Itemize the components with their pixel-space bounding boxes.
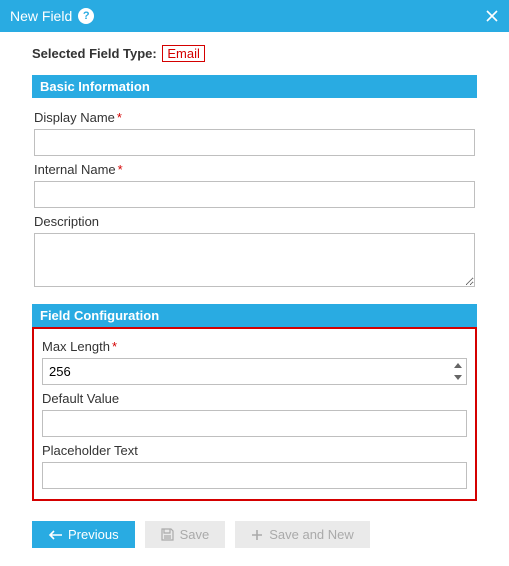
field-configuration-highlight: Max Length* Default Value Placeholder Te…: [32, 327, 477, 501]
dialog-titlebar: New Field ?: [0, 0, 509, 32]
display-name-label-text: Display Name: [34, 110, 115, 125]
selected-field-type-label: Selected Field Type:: [32, 46, 157, 61]
save-and-new-button-label: Save and New: [269, 527, 354, 542]
close-icon[interactable]: [485, 9, 499, 23]
field-default-value: Default Value: [42, 391, 467, 437]
spinner-buttons: [450, 359, 466, 384]
plus-icon: [251, 529, 263, 541]
description-input[interactable]: [34, 233, 475, 287]
internal-name-label-text: Internal Name: [34, 162, 116, 177]
field-internal-name: Internal Name*: [34, 162, 475, 208]
default-value-input[interactable]: [42, 410, 467, 437]
field-display-name: Display Name*: [34, 110, 475, 156]
field-description: Description: [34, 214, 475, 290]
section-header-basic: Basic Information: [32, 75, 477, 98]
internal-name-input[interactable]: [34, 181, 475, 208]
max-length-spinner: [42, 358, 467, 385]
display-name-input[interactable]: [34, 129, 475, 156]
max-length-input[interactable]: [42, 358, 467, 385]
dialog-content: Selected Field Type: Email Basic Informa…: [0, 32, 509, 507]
selected-field-type: Selected Field Type: Email: [32, 46, 477, 61]
display-name-label: Display Name*: [34, 110, 475, 125]
previous-button-label: Previous: [68, 527, 119, 542]
dialog-title: New Field: [10, 8, 72, 24]
button-bar: Previous Save Save and New: [0, 507, 509, 566]
internal-name-label: Internal Name*: [34, 162, 475, 177]
description-label: Description: [34, 214, 475, 229]
max-length-label-text: Max Length: [42, 339, 110, 354]
spinner-down-icon[interactable]: [450, 372, 466, 385]
required-asterisk: *: [112, 339, 117, 354]
spinner-up-icon[interactable]: [450, 359, 466, 372]
max-length-label: Max Length*: [42, 339, 467, 354]
section-basic-body: Display Name* Internal Name* Description: [32, 98, 477, 300]
save-button[interactable]: Save: [145, 521, 226, 548]
selected-field-type-value: Email: [162, 45, 205, 62]
field-max-length: Max Length*: [42, 339, 467, 385]
default-value-label: Default Value: [42, 391, 467, 406]
save-icon: [161, 528, 174, 541]
help-icon[interactable]: ?: [78, 8, 94, 24]
section-header-config: Field Configuration: [32, 304, 477, 327]
placeholder-text-label: Placeholder Text: [42, 443, 467, 458]
required-asterisk: *: [117, 110, 122, 125]
save-and-new-button[interactable]: Save and New: [235, 521, 370, 548]
previous-button[interactable]: Previous: [32, 521, 135, 548]
field-placeholder-text: Placeholder Text: [42, 443, 467, 489]
arrow-left-icon: [48, 530, 62, 540]
required-asterisk: *: [118, 162, 123, 177]
save-button-label: Save: [180, 527, 210, 542]
placeholder-text-input[interactable]: [42, 462, 467, 489]
